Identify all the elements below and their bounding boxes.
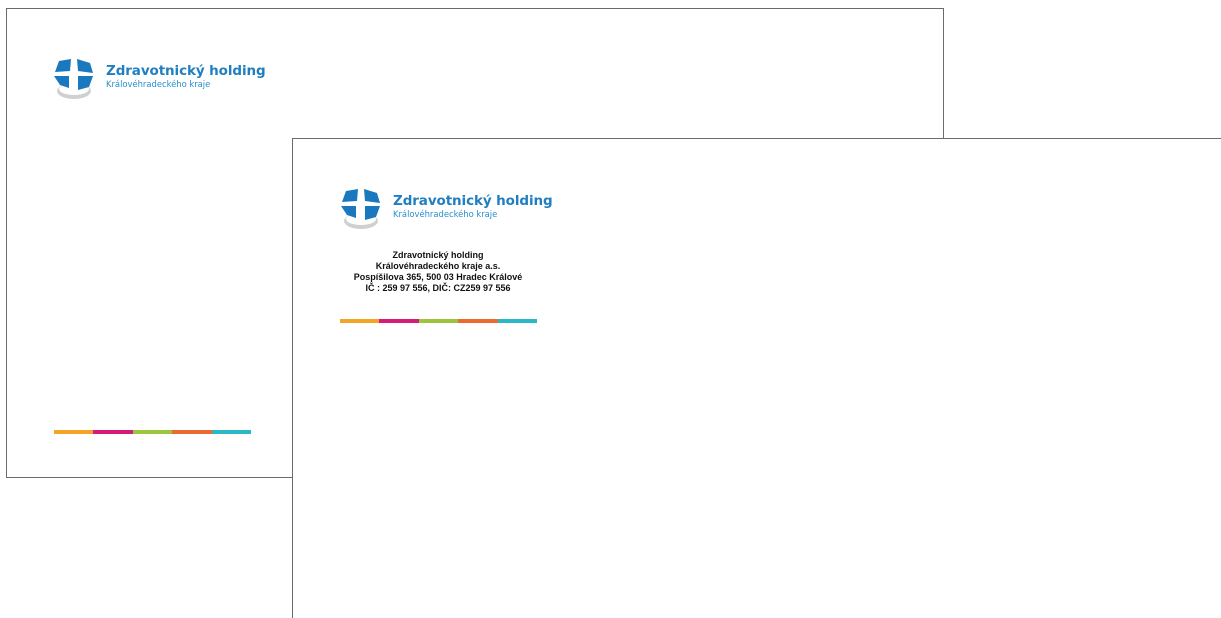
stripe-orange — [54, 430, 94, 434]
stripe-teal — [497, 319, 538, 323]
color-stripe — [54, 430, 252, 434]
stripe-green — [418, 319, 459, 323]
address-line-company: Zdravotnický holding — [392, 250, 484, 260]
stripe-magenta — [379, 319, 419, 323]
stripe-teal — [211, 430, 252, 434]
cross-logo-icon — [54, 59, 93, 99]
stripe-magenta — [93, 430, 133, 434]
stripe-green — [132, 430, 173, 434]
logo-name: Zdravotnický holding — [393, 192, 553, 209]
logo-name: Zdravotnický holding — [106, 62, 266, 79]
stripe-orange — [340, 319, 380, 323]
color-stripe — [340, 319, 538, 323]
company-logo: Zdravotnický holding Královéhradeckého k… — [339, 185, 553, 233]
sender-address: Zdravotnický holding Královéhradeckého k… — [339, 250, 537, 294]
company-logo: Zdravotnický holding Královéhradeckého k… — [52, 55, 266, 103]
address-line-street: Pospíšilova 365, 500 03 Hradec Králové — [353, 272, 523, 282]
stripe-dark-orange — [172, 430, 212, 434]
logo-subtitle: Královéhradeckého kraje — [106, 78, 211, 89]
address-line-region: Královéhradeckého kraje a.s. — [375, 261, 501, 271]
stripe-dark-orange — [458, 319, 498, 323]
envelope-sheet: Zdravotnický holding Královéhradeckého k… — [292, 138, 1221, 618]
address-line-ids: IČ : 259 97 556, DIČ: CZ259 97 556 — [365, 283, 511, 293]
cross-logo-icon — [341, 189, 380, 229]
logo-subtitle: Královéhradeckého kraje — [393, 208, 498, 219]
